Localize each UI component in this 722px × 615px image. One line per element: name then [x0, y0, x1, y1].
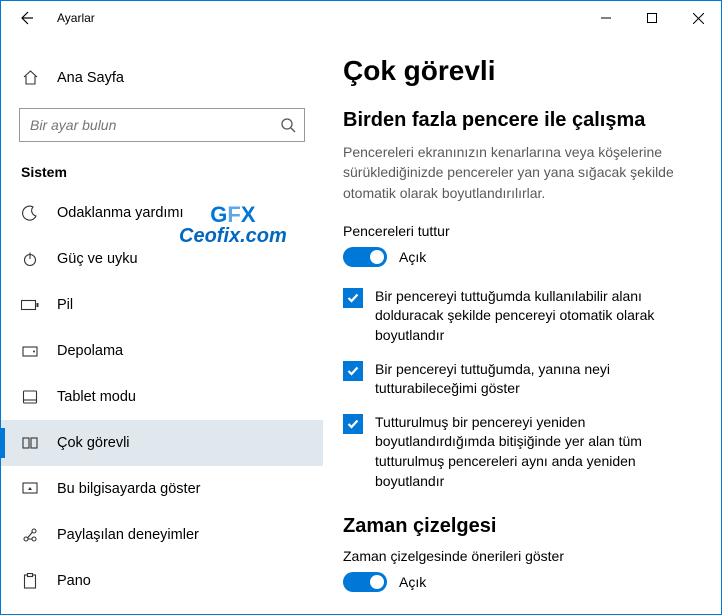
snap-option-autofill[interactable]: Bir pencereyi tuttuğumda kullanılabilir …: [343, 287, 691, 346]
search-box[interactable]: [19, 108, 305, 142]
storage-icon: [21, 343, 39, 359]
snap-option-suggest[interactable]: Bir pencereyi tuttuğumda, yanına neyi tu…: [343, 360, 691, 399]
sidebar-item-label: Pano: [57, 573, 91, 589]
checkbox-checked-icon: [343, 414, 363, 434]
sidebar: Ana Sayfa Sistem Odaklanma yardımı Güç v…: [1, 35, 323, 614]
project-icon: [21, 481, 39, 497]
timeline-toggle[interactable]: [343, 572, 387, 592]
page-title: Çok görevli: [343, 55, 691, 87]
home-label: Ana Sayfa: [57, 70, 124, 86]
sidebar-item-project[interactable]: Bu bilgisayarda göster: [1, 466, 323, 512]
sidebar-item-storage[interactable]: Depolama: [1, 328, 323, 374]
multitask-icon: [21, 435, 39, 451]
back-button[interactable]: [15, 7, 37, 29]
power-icon: [21, 251, 39, 267]
home-link[interactable]: Ana Sayfa: [1, 61, 323, 94]
home-icon: [21, 69, 39, 86]
snap-option-label: Bir pencereyi tuttuğumda, yanına neyi tu…: [375, 360, 691, 399]
search-input[interactable]: [30, 117, 280, 133]
snap-toggle-label: Pencereleri tuttur: [343, 223, 691, 239]
sidebar-item-focus-assist[interactable]: Odaklanma yardımı: [1, 190, 323, 236]
category-label: Sistem: [1, 142, 323, 190]
moon-icon: [21, 205, 39, 221]
sidebar-item-label: Odaklanma yardımı: [57, 205, 184, 221]
sidebar-item-battery[interactable]: Pil: [1, 282, 323, 328]
minimize-button[interactable]: [583, 3, 629, 33]
maximize-button[interactable]: [629, 3, 675, 33]
snap-option-label: Tutturulmuş bir pencereyi yeniden boyutl…: [375, 413, 691, 491]
snap-option-resize-together[interactable]: Tutturulmuş bir pencereyi yeniden boyutl…: [343, 413, 691, 491]
search-icon: [280, 117, 296, 133]
window-controls: [583, 3, 721, 33]
battery-icon: [21, 299, 39, 311]
tablet-icon: [21, 389, 39, 405]
snap-option-label: Bir pencereyi tuttuğumda kullanılabilir …: [375, 287, 691, 346]
close-button[interactable]: [675, 3, 721, 33]
clipboard-icon: [21, 573, 39, 589]
sidebar-item-label: Çok görevli: [57, 435, 130, 451]
section-timeline-title: Zaman çizelgesi: [343, 515, 691, 538]
section-snap-title: Birden fazla pencere ile çalışma: [343, 109, 691, 132]
snap-toggle-state: Açık: [399, 249, 426, 265]
shared-icon: [21, 527, 39, 543]
timeline-toggle-label: Zaman çizelgesinde önerileri göster: [343, 548, 691, 564]
content-panel: Çok görevli Birden fazla pencere ile çal…: [323, 35, 721, 614]
titlebar: Ayarlar: [1, 1, 721, 35]
sidebar-item-label: Bu bilgisayarda göster: [57, 481, 200, 497]
nav-list: Odaklanma yardımı Güç ve uyku Pil Depola…: [1, 190, 323, 604]
timeline-toggle-state: Açık: [399, 574, 426, 590]
sidebar-item-label: Paylaşılan deneyimler: [57, 527, 199, 543]
sidebar-item-label: Güç ve uyku: [57, 251, 138, 267]
sidebar-item-power-sleep[interactable]: Güç ve uyku: [1, 236, 323, 282]
checkbox-checked-icon: [343, 361, 363, 381]
snap-toggle[interactable]: [343, 247, 387, 267]
sidebar-item-label: Tablet modu: [57, 389, 136, 405]
sidebar-item-label: Pil: [57, 297, 73, 313]
app-title: Ayarlar: [57, 11, 95, 25]
sidebar-item-clipboard[interactable]: Pano: [1, 558, 323, 604]
sidebar-item-shared-experiences[interactable]: Paylaşılan deneyimler: [1, 512, 323, 558]
sidebar-item-tablet-mode[interactable]: Tablet modu: [1, 374, 323, 420]
sidebar-item-multitasking[interactable]: Çok görevli: [1, 420, 323, 466]
sidebar-item-label: Depolama: [57, 343, 123, 359]
checkbox-checked-icon: [343, 288, 363, 308]
section-snap-description: Pencereleri ekranınızın kenarlarına veya…: [343, 142, 691, 203]
